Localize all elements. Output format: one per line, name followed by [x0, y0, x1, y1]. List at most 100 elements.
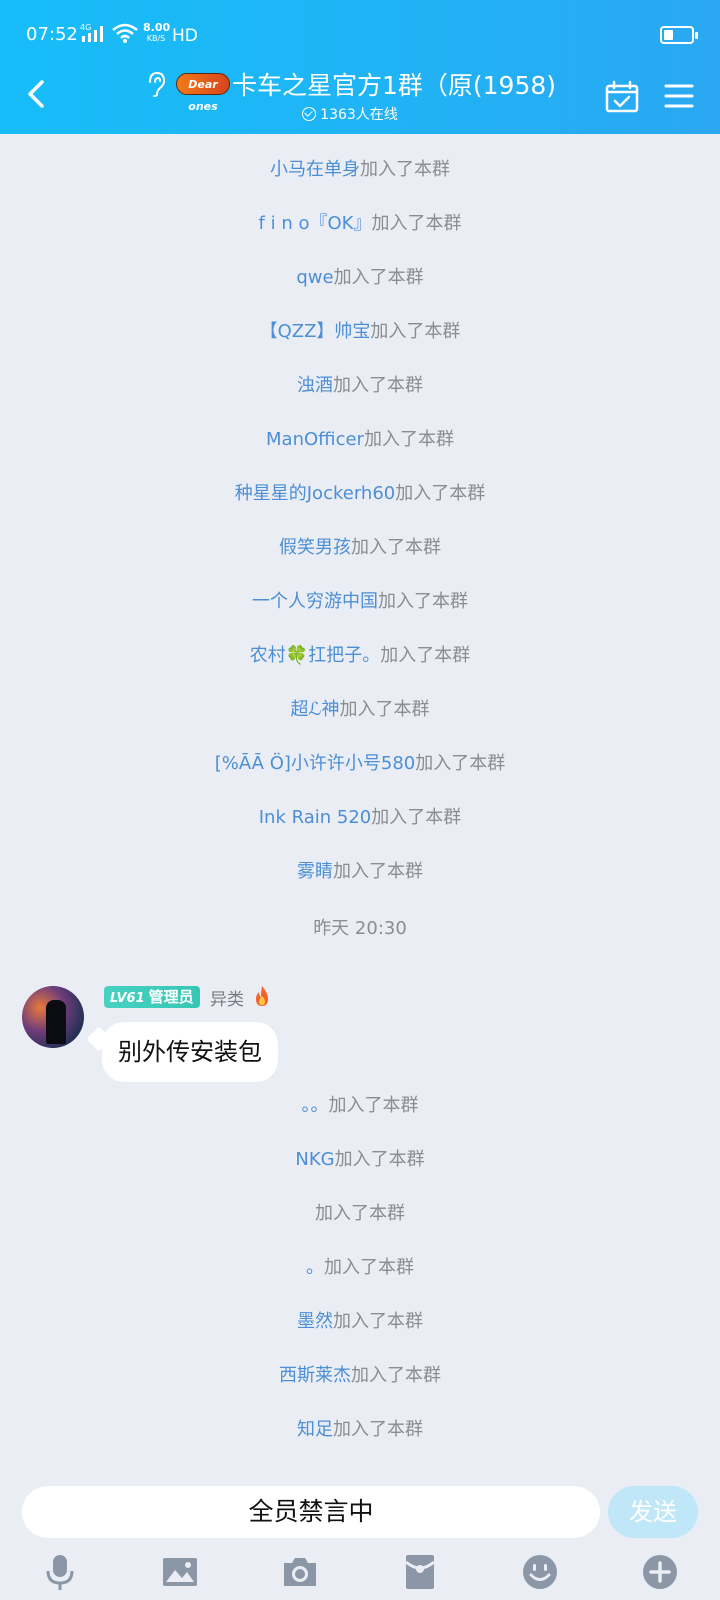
online-count: 1363人在线 — [100, 104, 600, 124]
group-logo: Dear ones — [175, 73, 230, 113]
join-notice: 雾睛加入了本群 — [0, 858, 720, 886]
join-suffix: 加入了本群 — [328, 1095, 419, 1116]
level-role-badge: LV61 管理员 — [104, 986, 200, 1008]
online-check-icon — [302, 107, 317, 121]
online-text: 1363人在线 — [320, 107, 398, 123]
join-suffix: 加入了本群 — [333, 861, 423, 882]
join-suffix: 加入了本群 — [371, 807, 462, 828]
battery-icon — [660, 26, 698, 44]
member-nickname[interactable]: 。。 — [302, 1095, 329, 1116]
muted-input-field[interactable]: 全员禁言中 — [22, 1486, 600, 1538]
chat-header: 07:52 4G 8.00 KB/S HD Dear ones 卡车之星官方1群… — [0, 0, 720, 134]
member-nickname[interactable]: 农村🍀扛把子。 — [250, 645, 380, 666]
hd-indicator: HD — [172, 26, 198, 46]
input-row: 全员禁言中 发送 — [0, 1474, 720, 1544]
join-notice: 农村🍀扛把子。加入了本群 — [0, 642, 720, 670]
join-suffix: 加入了本群 — [333, 1419, 423, 1440]
microphone-icon[interactable] — [40, 1552, 80, 1592]
join-suffix: 加入了本群 — [378, 591, 468, 612]
chat-title-area[interactable]: Dear ones 卡车之星官方1群（原(1958) 1363人在线 — [100, 66, 600, 128]
avatar-silhouette — [46, 1000, 66, 1044]
member-nickname[interactable]: ManOfficer — [266, 429, 364, 450]
member-nickname[interactable]: 【QZZ】帅宝 — [260, 321, 371, 342]
join-notice: 。。加入了本群 — [0, 1092, 720, 1120]
member-nickname[interactable]: 小马在单身 — [270, 159, 360, 180]
back-button[interactable] — [18, 72, 58, 116]
member-nickname[interactable]: qwe — [296, 267, 333, 288]
join-notice: 墨然加入了本群 — [0, 1308, 720, 1336]
join-suffix: 加入了本群 — [324, 1257, 414, 1278]
join-suffix: 加入了本群 — [334, 1149, 425, 1170]
member-nickname[interactable]: [%ĀĀ Ö]小许许小号580 — [215, 753, 416, 774]
join-suffix: 加入了本群 — [363, 429, 454, 450]
member-nickname[interactable]: 种星星的Jockerh60 — [235, 483, 395, 504]
member-nickname[interactable]: 西斯莱杰 — [279, 1365, 351, 1386]
join-suffix: 加入了本群 — [315, 1203, 405, 1224]
join-notice: [%ĀĀ Ö]小许许小号580加入了本群 — [0, 750, 720, 778]
join-notice: 加入了本群 — [0, 1200, 720, 1228]
message-feed[interactable]: 小马在单身加入了本群 f i n o『OK』加入了本群 qwe加入了本群 【QZZ】帅… — [0, 134, 720, 1474]
avatar[interactable] — [22, 986, 84, 1048]
input-toolbar — [0, 1544, 720, 1600]
level-badge: LV61 — [110, 991, 145, 1006]
member-nickname[interactable]: 雾睛 — [297, 861, 333, 882]
join-notice: f i n o『OK』加入了本群 — [0, 210, 720, 238]
net-speed-unit: KB/S — [146, 34, 166, 43]
member-nickname[interactable]: Ink Rain 520 — [259, 807, 372, 828]
join-suffix: 加入了本群 — [333, 375, 423, 396]
join-notice: qwe加入了本群 — [0, 264, 720, 292]
member-nickname[interactable]: 超ℒ神 — [291, 699, 340, 720]
status-bar: 07:52 4G 8.00 KB/S HD — [0, 0, 720, 70]
wifi-icon — [112, 23, 138, 43]
plus-icon[interactable] — [640, 1552, 680, 1592]
join-notice: 浊酒加入了本群 — [0, 372, 720, 400]
join-suffix: 加入了本群 — [351, 537, 441, 558]
signal-icon: 4G — [80, 23, 103, 42]
join-notice: 。加入了本群 — [0, 1254, 720, 1282]
menu-icon[interactable] — [664, 82, 694, 110]
time-divider: 昨天 20:30 — [313, 918, 407, 939]
join-notice: 一个人穷游中国加入了本群 — [0, 588, 720, 616]
join-suffix: 加入了本群 — [333, 1311, 423, 1332]
camera-icon[interactable] — [280, 1552, 320, 1592]
message-bubble[interactable]: 别外传安装包 — [102, 1022, 278, 1082]
member-nickname[interactable]: 一个人穷游中国 — [252, 591, 378, 612]
role-badge: 管理员 — [148, 988, 194, 1006]
join-notice: 知足加入了本群 — [0, 1416, 720, 1444]
join-notice: 小马在单身加入了本群 — [0, 156, 720, 184]
member-nickname[interactable]: NKG — [295, 1149, 334, 1170]
join-notice: ManOfficer加入了本群 — [0, 426, 720, 454]
net-speed: 8.00 KB/S — [143, 21, 171, 44]
join-suffix: 加入了本群 — [370, 321, 461, 342]
join-suffix: 加入了本群 — [333, 267, 424, 288]
chat-title: 卡车之星官方1群（原(1958) — [231, 71, 557, 100]
image-icon[interactable] — [160, 1552, 200, 1592]
member-nickname[interactable]: 浊酒 — [297, 375, 333, 396]
member-nickname[interactable]: f i n o『OK』 — [259, 213, 372, 234]
join-suffix: 加入了本群 — [395, 483, 486, 504]
net-speed-value: 8.00 — [143, 21, 171, 34]
join-notice: NKG加入了本群 — [0, 1146, 720, 1174]
join-suffix: 加入了本群 — [339, 699, 430, 720]
member-nickname[interactable]: 知足 — [297, 1419, 333, 1440]
emoji-icon[interactable] — [520, 1552, 560, 1592]
member-nickname[interactable]: 。 — [306, 1257, 324, 1278]
calendar-check-icon[interactable] — [604, 80, 640, 114]
join-suffix: 加入了本群 — [371, 213, 462, 234]
join-suffix: 加入了本群 — [351, 1365, 441, 1386]
join-suffix: 加入了本群 — [415, 753, 506, 774]
join-notice: Ink Rain 520加入了本群 — [0, 804, 720, 832]
ear-icon — [148, 71, 165, 97]
join-suffix: 加入了本群 — [360, 159, 450, 180]
join-notice: 假笑男孩加入了本群 — [0, 534, 720, 562]
red-packet-icon[interactable] — [400, 1552, 440, 1592]
send-button[interactable]: 发送 — [608, 1486, 698, 1538]
join-suffix: 加入了本群 — [380, 645, 471, 666]
sender-name[interactable]: 异类 — [210, 985, 244, 1010]
join-notice: 【QZZ】帅宝加入了本群 — [0, 318, 720, 346]
member-nickname[interactable]: 墨然 — [297, 1311, 333, 1332]
join-notice: 种星星的Jockerh60加入了本群 — [0, 480, 720, 508]
member-nickname[interactable]: 假笑男孩 — [279, 537, 351, 558]
network-label: 4G — [80, 23, 91, 32]
join-notice: 西斯莱杰加入了本群 — [0, 1362, 720, 1390]
